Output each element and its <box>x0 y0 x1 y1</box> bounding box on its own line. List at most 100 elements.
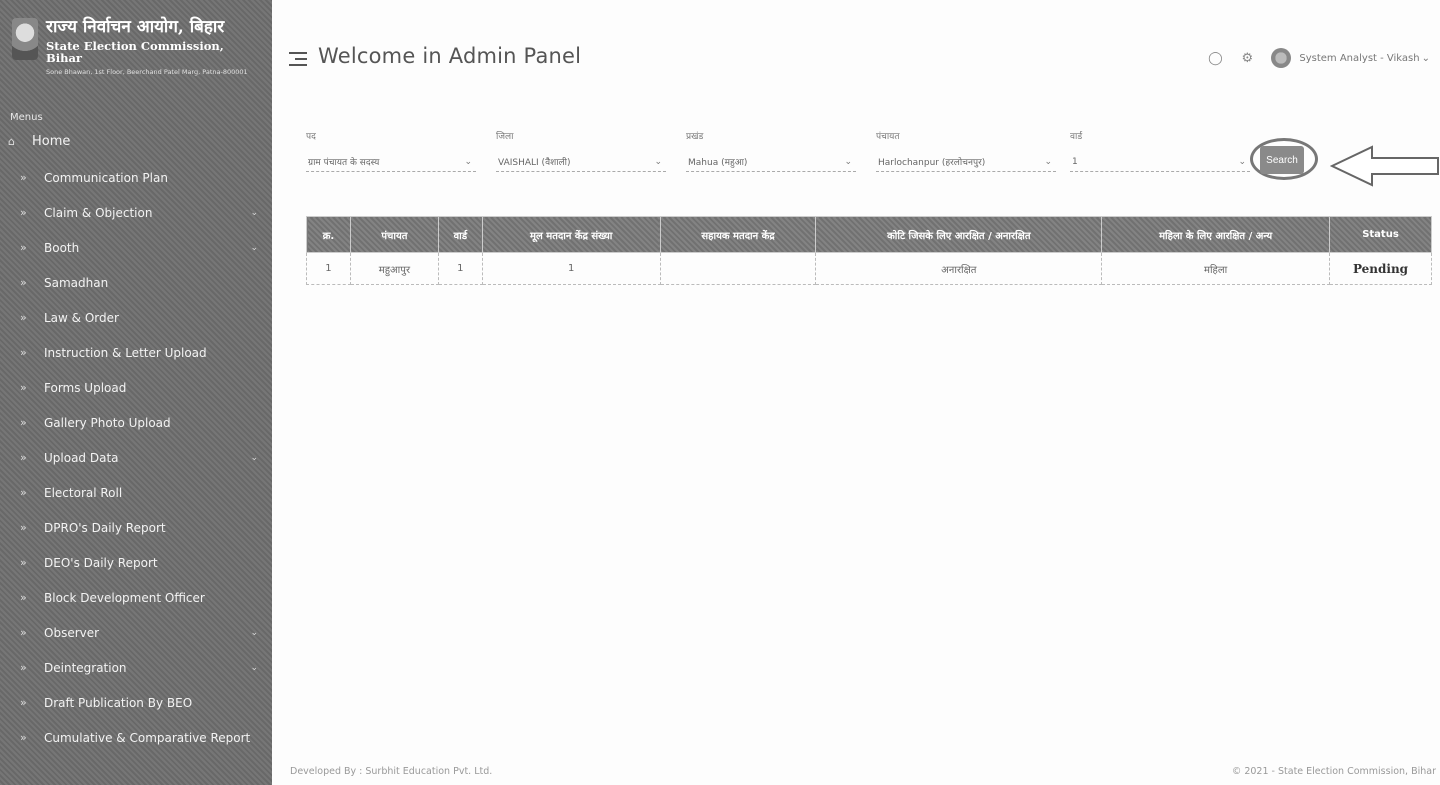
sidebar-item-label: Samadhan <box>44 275 109 290</box>
sidebar-item-law-order[interactable]: » Law & Order <box>0 300 272 335</box>
chevron-down-icon: ⌄ <box>250 207 258 218</box>
brand-english-name: State Election Commission, Bihar <box>46 38 224 66</box>
col-status: Status <box>1329 216 1432 253</box>
double-chevron-icon: » <box>20 311 27 324</box>
double-chevron-icon: » <box>20 346 27 359</box>
col-category-reservation: कोटि जिसके लिए आरक्षित / अनारक्षित <box>815 216 1103 253</box>
double-chevron-icon: » <box>20 206 27 219</box>
sidebar-item-home[interactable]: ⌂ Home <box>0 122 272 160</box>
sidebar-item-instruction-letter-upload[interactable]: » Instruction & Letter Upload <box>0 335 272 370</box>
sidebar-item-label: Gallery Photo Upload <box>44 415 171 430</box>
district-filter: जिला VAISHALI (वैशाली) ⌄ <box>496 132 666 172</box>
ward-label: वार्ड <box>1070 132 1083 142</box>
sidebar-item-cumulative-comparative-report[interactable]: » Cumulative & Comparative Report <box>0 720 272 755</box>
status-badge: Pending <box>1329 252 1432 285</box>
col-women-reservation: महिला के लिए आरक्षित / अन्य <box>1101 216 1331 253</box>
sidebar-item-label: Law & Order <box>44 310 119 325</box>
search-button[interactable]: Search <box>1260 146 1304 174</box>
topbar: Welcome in Admin Panel ◯ ⚙ System Analys… <box>272 0 1440 110</box>
sidebar-item-deintegration[interactable]: » Deintegration ⌄ <box>0 650 272 685</box>
panchayat-filter: पंचायत Harlochanpur (हरलोचनपुर) ⌄ <box>876 132 1056 172</box>
double-chevron-icon: » <box>20 381 27 394</box>
post-label: पद <box>306 132 316 142</box>
post-value: ग्राम पंचायत के सदस्य <box>308 158 380 168</box>
sidebar-item-observer[interactable]: » Observer ⌄ <box>0 615 272 650</box>
double-chevron-icon: » <box>20 556 27 569</box>
panchayat-select[interactable]: Harlochanpur (हरलोचनपुर) ⌄ <box>876 152 1056 172</box>
sidebar-item-label: Booth <box>44 240 80 255</box>
sidebar-item-samadhan[interactable]: » Samadhan <box>0 265 272 300</box>
chevron-down-icon: ⌄ <box>1044 156 1052 167</box>
filter-bar: पद ग्राम पंचायत के सदस्य ⌄ जिला VAISHALI … <box>306 132 1439 192</box>
block-label: प्रखंड <box>686 132 704 142</box>
sidebar-item-label: Electoral Roll <box>44 485 123 500</box>
cell-main-booth: 1 <box>481 252 661 285</box>
sidebar-item-forms-upload[interactable]: » Forms Upload <box>0 370 272 405</box>
user-name: System Analyst - Vikash <box>1299 52 1420 64</box>
sidebar-item-label: Instruction & Letter Upload <box>44 345 207 360</box>
chevron-down-icon: ⌄ <box>250 627 258 638</box>
home-icon: ⌂ <box>8 134 15 148</box>
sidebar-item-block-development-officer[interactable]: » Block Development Officer <box>0 580 272 615</box>
sidebar-item-draft-publication-by-beo[interactable]: » Draft Publication By BEO <box>0 685 272 720</box>
sidebar-item-label: Communication Plan <box>44 170 168 185</box>
double-chevron-icon: » <box>20 416 27 429</box>
results-table: क्र. पंचायत वार्ड मूल मतदान केंद्र संख्य… <box>306 216 1432 285</box>
user-menu[interactable]: System Analyst - Vikash ⌄ <box>1271 48 1430 68</box>
cell-serial: 1 <box>306 252 351 285</box>
district-value: VAISHALI (वैशाली) <box>498 158 571 168</box>
footer-developer: Developed By : Surbhit Education Pvt. Lt… <box>290 766 493 777</box>
post-filter: पद ग्राम पंचायत के सदस्य ⌄ <box>306 132 476 172</box>
avatar <box>1271 48 1292 68</box>
double-chevron-icon: » <box>20 591 27 604</box>
sidebar: राज्य निर्वाचन आयोग, बिहार State Electio… <box>0 0 272 785</box>
col-serial: क्र. <box>306 216 351 253</box>
chevron-down-icon: ⌄ <box>654 156 662 167</box>
sidebar-item-label: DEO's Daily Report <box>44 555 158 570</box>
district-select[interactable]: VAISHALI (वैशाली) ⌄ <box>496 152 666 172</box>
double-chevron-icon: » <box>20 626 27 639</box>
post-select[interactable]: ग्राम पंचायत के सदस्य ⌄ <box>306 152 476 172</box>
sidebar-item-deo-s-daily-report[interactable]: » DEO's Daily Report <box>0 545 272 580</box>
brand-text: राज्य निर्वाचन आयोग, बिहार State Electio… <box>46 18 262 76</box>
chevron-down-icon: ⌄ <box>844 156 852 167</box>
sidebar-item-dpro-s-daily-report[interactable]: » DPRO's Daily Report <box>0 510 272 545</box>
sidebar-item-label: Forms Upload <box>44 380 127 395</box>
cell-panchayat: महुआपुर <box>349 252 439 285</box>
settings-icon[interactable]: ⚙ <box>1239 50 1255 66</box>
footer-copyright: © 2021 - State Election Commission, Biha… <box>1231 766 1436 777</box>
chevron-down-icon: ⌄ <box>250 452 258 463</box>
sidebar-item-label: Claim & Objection <box>44 205 153 220</box>
sidebar-item-electoral-roll[interactable]: » Electoral Roll <box>0 475 272 510</box>
district-label: जिला <box>496 132 514 142</box>
sidebar-item-communication-plan[interactable]: » Communication Plan <box>0 160 272 195</box>
table-header-row: क्र. पंचायत वार्ड मूल मतदान केंद्र संख्य… <box>306 216 1432 253</box>
double-chevron-icon: » <box>20 171 27 184</box>
chevron-down-icon: ⌄ <box>250 662 258 673</box>
sidebar-item-claim-objection[interactable]: » Claim & Objection ⌄ <box>0 195 272 230</box>
sidebar-item-gallery-photo-upload[interactable]: » Gallery Photo Upload <box>0 405 272 440</box>
chevron-down-icon: ⌄ <box>1421 52 1430 64</box>
sidebar-item-upload-data[interactable]: » Upload Data ⌄ <box>0 440 272 475</box>
double-chevron-icon: » <box>20 661 27 674</box>
block-select[interactable]: Mahua (महुआ) ⌄ <box>686 152 856 172</box>
chevron-down-icon: ⌄ <box>250 242 258 253</box>
page-title: Welcome in Admin Panel <box>318 44 582 68</box>
notification-icon[interactable]: ◯ <box>1207 50 1223 66</box>
sidebar-item-booth[interactable]: » Booth ⌄ <box>0 230 272 265</box>
col-ward: वार्ड <box>437 216 483 253</box>
emblem-logo-icon <box>12 18 38 60</box>
ward-select[interactable]: 1 ⌄ <box>1070 152 1250 172</box>
hamburger-menu-icon[interactable] <box>289 52 307 66</box>
block-filter: प्रखंड Mahua (महुआ) ⌄ <box>686 132 856 172</box>
brand[interactable]: राज्य निर्वाचन आयोग, बिहार State Electio… <box>0 0 272 90</box>
cell-ward: 1 <box>437 252 483 285</box>
sidebar-item-label: Block Development Officer <box>44 590 205 605</box>
topbar-actions: ◯ ⚙ System Analyst - Vikash ⌄ <box>1207 48 1430 68</box>
block-value: Mahua (महुआ) <box>688 158 748 168</box>
col-main-booth: मूल मतदान केंद्र संख्या <box>481 216 661 253</box>
col-aux-booth: सहायक मतदान केंद्र <box>659 216 817 253</box>
double-chevron-icon: » <box>20 731 27 744</box>
sidebar-item-label: DPRO's Daily Report <box>44 520 166 535</box>
panchayat-label: पंचायत <box>876 132 900 142</box>
